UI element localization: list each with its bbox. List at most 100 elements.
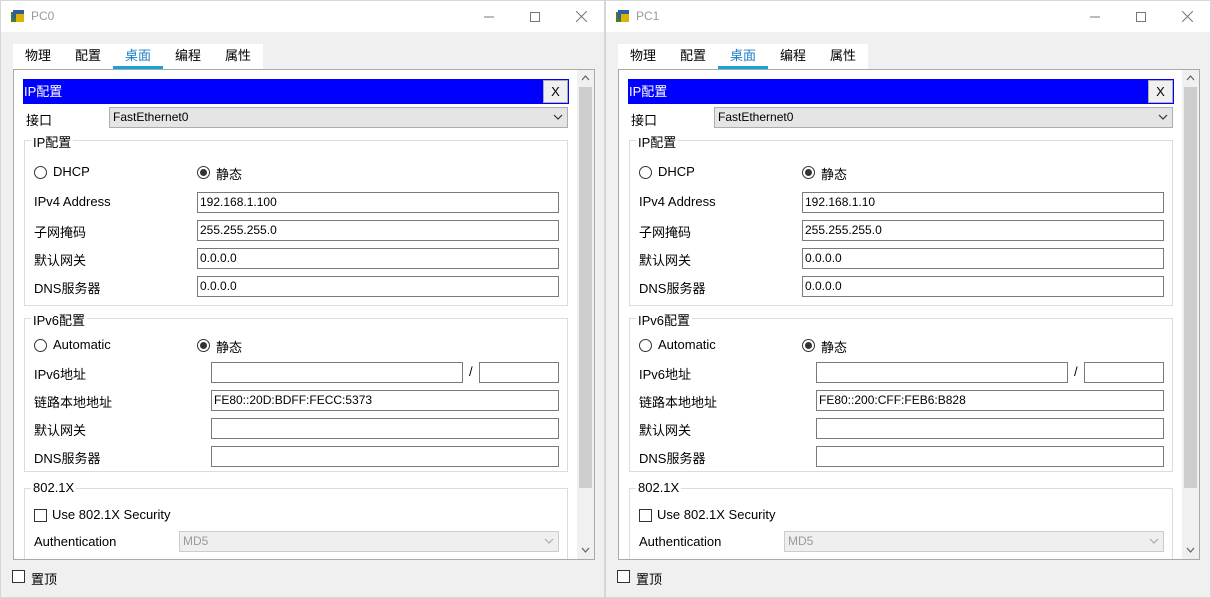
ipv6-static-radio[interactable] bbox=[197, 339, 210, 352]
scroll-down-arrow-icon[interactable] bbox=[577, 542, 594, 559]
ipv6-static-radio[interactable] bbox=[802, 339, 815, 352]
ipv6-dns-label: DNS服务器 bbox=[34, 451, 101, 466]
tab-attributes[interactable]: 属性 bbox=[818, 44, 868, 69]
chevron-down-icon bbox=[1158, 114, 1168, 120]
ipv6-address-label: IPv6地址 bbox=[639, 367, 692, 382]
static-radio[interactable] bbox=[802, 166, 815, 179]
ipv6-address-input[interactable] bbox=[816, 362, 1068, 383]
dns-server-input[interactable]: 0.0.0.0 bbox=[802, 276, 1164, 297]
ipv6-group-title: IPv6配置 bbox=[31, 310, 88, 329]
ipv4-address-label: IPv4 Address bbox=[639, 194, 716, 209]
link-local-label: 链路本地地址 bbox=[639, 395, 718, 410]
ipv4-address-input[interactable]: 192.168.1.10 bbox=[802, 192, 1164, 213]
desktop-content: IP配置 X 接口 FastEthernet0 IP配置 DHCP 静态 IPv… bbox=[13, 69, 595, 560]
minimize-button[interactable] bbox=[1072, 1, 1118, 32]
static-radio[interactable] bbox=[197, 166, 210, 179]
ipv6-static-label: 静态 bbox=[216, 340, 243, 355]
chevron-down-icon bbox=[1149, 538, 1159, 544]
authentication-select[interactable]: MD5 bbox=[784, 531, 1164, 552]
ipv6-dns-label: DNS服务器 bbox=[639, 451, 706, 466]
ipv6-dns-input[interactable] bbox=[816, 446, 1164, 467]
chevron-down-icon bbox=[544, 538, 554, 544]
ipv6-prefix-input[interactable] bbox=[479, 362, 559, 383]
ipv6-prefix-input[interactable] bbox=[1084, 362, 1164, 383]
dhcp-label: DHCP bbox=[658, 164, 695, 179]
scroll-down-arrow-icon[interactable] bbox=[1182, 542, 1199, 559]
ipv6-gateway-label: 默认网关 bbox=[639, 423, 692, 438]
authentication-select[interactable]: MD5 bbox=[179, 531, 559, 552]
ipv4-address-input[interactable]: 192.168.1.100 bbox=[197, 192, 559, 213]
tab-config[interactable]: 配置 bbox=[63, 44, 113, 69]
default-gateway-input[interactable]: 0.0.0.0 bbox=[197, 248, 559, 269]
use-8021x-checkbox[interactable] bbox=[639, 509, 652, 522]
prefix-separator: / bbox=[469, 364, 473, 379]
tab-attributes[interactable]: 属性 bbox=[213, 44, 263, 69]
ipv6-automatic-radio[interactable] bbox=[639, 339, 652, 352]
always-on-top-checkbox[interactable] bbox=[12, 570, 25, 583]
link-local-input[interactable]: FE80::20D:BDFF:FECC:5373 bbox=[211, 390, 559, 411]
use-8021x-checkbox[interactable] bbox=[34, 509, 47, 522]
ip-config-panel: IP配置 X 接口 FastEthernet0 IP配置 DHCP 静态 IPv… bbox=[628, 79, 1174, 559]
tab-config[interactable]: 配置 bbox=[668, 44, 718, 69]
ipv6-address-input[interactable] bbox=[211, 362, 463, 383]
maximize-button[interactable] bbox=[512, 1, 558, 32]
dhcp-radio[interactable] bbox=[639, 166, 652, 179]
window-title: PC0 bbox=[31, 9, 55, 23]
link-local-input[interactable]: FE80::200:CFF:FEB6:B828 bbox=[816, 390, 1164, 411]
scroll-up-arrow-icon[interactable] bbox=[577, 70, 594, 87]
ip-config-close-button[interactable]: X bbox=[543, 80, 568, 103]
ipv6-automatic-radio[interactable] bbox=[34, 339, 47, 352]
maximize-button[interactable] bbox=[1118, 1, 1164, 32]
dns-server-input[interactable]: 0.0.0.0 bbox=[197, 276, 559, 297]
scroll-up-arrow-icon[interactable] bbox=[1182, 70, 1199, 87]
close-button[interactable] bbox=[558, 1, 604, 32]
packet-tracer-app-icon bbox=[11, 10, 24, 22]
ipv4-group-title: IP配置 bbox=[31, 132, 74, 151]
interface-value: FastEthernet0 bbox=[718, 110, 794, 124]
tab-desktop[interactable]: 桌面 bbox=[718, 44, 768, 69]
window-titlebar[interactable]: PC0 bbox=[1, 1, 604, 32]
tab-programming[interactable]: 编程 bbox=[768, 44, 818, 69]
dhcp-radio[interactable] bbox=[34, 166, 47, 179]
tab-desktop[interactable]: 桌面 bbox=[113, 44, 163, 69]
close-icon bbox=[575, 11, 587, 22]
tab-physical[interactable]: 物理 bbox=[13, 44, 63, 69]
window-titlebar[interactable]: PC1 bbox=[606, 1, 1210, 32]
default-gateway-input[interactable]: 0.0.0.0 bbox=[802, 248, 1164, 269]
packet-tracer-app-icon bbox=[616, 10, 629, 22]
dot1x-group-title: 802.1X bbox=[31, 480, 77, 495]
authentication-value: MD5 bbox=[183, 534, 209, 548]
authentication-label: Authentication bbox=[639, 534, 722, 549]
interface-select[interactable]: FastEthernet0 bbox=[109, 107, 568, 128]
ipv6-dns-input[interactable] bbox=[211, 446, 559, 467]
minimize-button[interactable] bbox=[466, 1, 512, 32]
ipv6-static-label: 静态 bbox=[821, 340, 848, 355]
tab-programming[interactable]: 编程 bbox=[163, 44, 213, 69]
subnet-mask-input[interactable]: 255.255.255.0 bbox=[802, 220, 1164, 241]
window-title: PC1 bbox=[636, 9, 660, 23]
ipv6-gateway-input[interactable] bbox=[211, 418, 559, 439]
ipv6-gateway-label: 默认网关 bbox=[34, 423, 87, 438]
vertical-scrollbar[interactable] bbox=[577, 70, 594, 559]
interface-label: 接口 bbox=[26, 113, 53, 128]
static-label: 静态 bbox=[216, 167, 243, 182]
ipv6-gateway-input[interactable] bbox=[816, 418, 1164, 439]
tab-physical[interactable]: 物理 bbox=[618, 44, 668, 69]
ipv4-group-title: IP配置 bbox=[636, 132, 679, 151]
pc0-window: PC0 物理 配置 桌面 编程 属性 IP配置 X 接口 FastEtherne… bbox=[0, 0, 605, 598]
close-button[interactable] bbox=[1164, 1, 1210, 32]
scrollbar-thumb[interactable] bbox=[1184, 87, 1197, 488]
subnet-mask-input[interactable]: 255.255.255.0 bbox=[197, 220, 559, 241]
vertical-scrollbar[interactable] bbox=[1182, 70, 1199, 559]
ip-config-close-button[interactable]: X bbox=[1148, 80, 1173, 103]
minimize-icon bbox=[1090, 16, 1100, 17]
dns-server-label: DNS服务器 bbox=[639, 281, 706, 296]
scrollbar-thumb[interactable] bbox=[579, 87, 592, 488]
default-gateway-label: 默认网关 bbox=[639, 253, 692, 268]
interface-select[interactable]: FastEthernet0 bbox=[714, 107, 1173, 128]
maximize-icon bbox=[1136, 11, 1146, 22]
close-icon bbox=[1181, 11, 1193, 22]
use-8021x-label: Use 802.1X Security bbox=[657, 507, 776, 522]
use-8021x-label: Use 802.1X Security bbox=[52, 507, 171, 522]
always-on-top-checkbox[interactable] bbox=[617, 570, 630, 583]
